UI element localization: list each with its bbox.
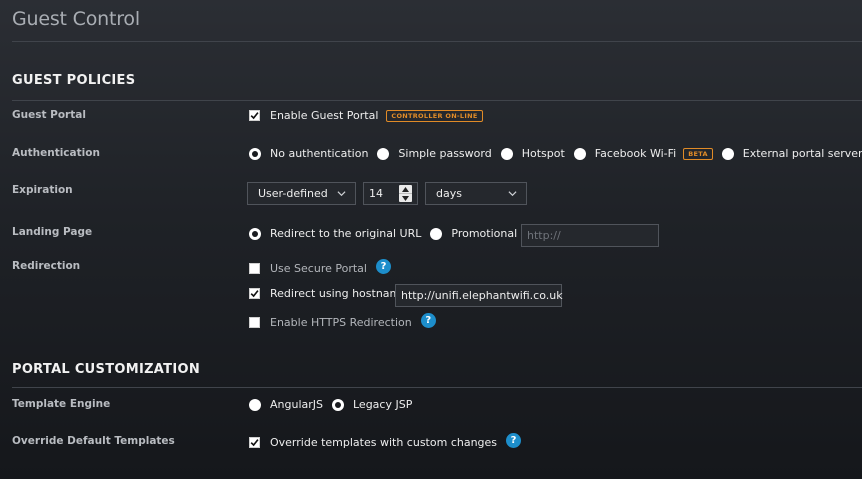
hostname-redirect-text: Redirect using hostname: [270, 287, 408, 300]
secure-portal-help-icon[interactable]: ?: [375, 259, 391, 274]
expiration-amount-stepper[interactable]: [399, 185, 412, 202]
enable-guest-portal-control: Enable Guest Portal CONTROLLER ON-LINE: [249, 109, 483, 122]
override-templates-checkbox[interactable]: [249, 437, 260, 448]
template-option-angularjs: AngularJS: [270, 398, 323, 411]
expiration-mode-select[interactable]: User-defined: [247, 182, 356, 205]
landing-radio-original-url[interactable]: [249, 227, 261, 240]
promotional-url-placeholder: http://: [527, 229, 561, 242]
auth-option-external-portal: External portal server: [742, 147, 862, 160]
title-divider: [12, 41, 862, 42]
chevron-down-icon: [508, 191, 517, 197]
expiration-unit-select[interactable]: days: [425, 182, 527, 205]
redirection-label: Redirection: [12, 260, 81, 272]
secure-portal-control: Use Secure Portal ?: [249, 259, 391, 275]
https-redirection-checkbox[interactable]: [249, 317, 260, 328]
template-radio-angularjs[interactable]: [249, 398, 261, 411]
auth-radio-facebook-wifi[interactable]: [573, 147, 586, 160]
override-templates-text: Override templates with custom changes: [270, 436, 498, 449]
controller-status-badge: CONTROLLER ON-LINE: [386, 109, 483, 122]
stepper-up-icon[interactable]: [399, 185, 412, 193]
template-radio-legacy-jsp[interactable]: [332, 398, 344, 411]
landing-page-options: Redirect to the original URL Promotional…: [249, 227, 542, 240]
checkmark-icon: [250, 290, 259, 298]
section-divider: [12, 100, 862, 101]
https-redirection-control: Enable HTTPS Redirection ?: [249, 313, 436, 329]
promotional-url-input[interactable]: http://: [521, 224, 659, 247]
override-templates-label: Override Default Templates: [12, 435, 175, 447]
https-redirection-text: Enable HTTPS Redirection: [270, 316, 412, 329]
hostname-redirect-checkbox[interactable]: [249, 288, 260, 299]
guest-portal-label: Guest Portal: [12, 109, 86, 121]
auth-radio-hotspot[interactable]: [500, 147, 513, 160]
page-title: Guest Control: [12, 8, 140, 30]
section-divider: [12, 387, 862, 388]
expiration-unit-value: days: [436, 187, 462, 200]
template-option-legacy-jsp: Legacy JSP: [353, 398, 413, 411]
enable-guest-portal-checkbox[interactable]: [249, 110, 260, 121]
authentication-options: No authentication Simple password Hotspo…: [249, 147, 862, 160]
template-engine-options: AngularJS Legacy JSP: [249, 398, 412, 411]
template-engine-label: Template Engine: [12, 398, 111, 410]
landing-page-label: Landing Page: [12, 226, 93, 238]
stepper-down-icon[interactable]: [399, 193, 412, 202]
auth-radio-external-portal[interactable]: [721, 147, 734, 160]
auth-option-hotspot: Hotspot: [521, 147, 565, 160]
chevron-down-icon: [337, 191, 346, 197]
secure-portal-checkbox[interactable]: [249, 263, 260, 274]
checkmark-icon: [250, 439, 259, 447]
https-redirection-help-icon[interactable]: ?: [420, 313, 436, 328]
redirect-hostname-input[interactable]: http://unifi.elephantwifi.co.uk: [395, 284, 563, 307]
landing-radio-promotional-url[interactable]: [430, 227, 443, 240]
beta-badge: BETA: [683, 147, 713, 160]
auth-radio-simple-password[interactable]: [377, 147, 390, 160]
expiration-amount-input[interactable]: 14: [363, 182, 418, 205]
redirect-hostname-value: http://unifi.elephantwifi.co.uk: [401, 289, 563, 302]
authentication-label: Authentication: [12, 147, 100, 159]
section-title-portal-customization: PORTAL CUSTOMIZATION: [12, 362, 200, 377]
auth-option-no-authentication: No authentication: [270, 147, 369, 160]
override-templates-control: Override templates with custom changes ?: [249, 433, 522, 449]
hostname-redirect-control: Redirect using hostname: [249, 287, 407, 300]
auth-option-facebook-wifi: Facebook Wi-Fi: [594, 147, 677, 160]
section-title-guest-policies: GUEST POLICIES: [12, 73, 136, 88]
auth-radio-no-authentication[interactable]: [249, 147, 261, 160]
override-templates-help-icon[interactable]: ?: [506, 433, 522, 448]
secure-portal-text: Use Secure Portal: [270, 262, 367, 275]
checkmark-icon: [250, 112, 259, 120]
expiration-amount-value: 14: [369, 187, 383, 200]
auth-option-simple-password: Simple password: [398, 147, 492, 160]
expiration-label: Expiration: [12, 184, 73, 196]
landing-option-original-url: Redirect to the original URL: [270, 227, 422, 240]
enable-guest-portal-text: Enable Guest Portal: [270, 109, 379, 122]
expiration-mode-value: User-defined: [258, 187, 328, 200]
